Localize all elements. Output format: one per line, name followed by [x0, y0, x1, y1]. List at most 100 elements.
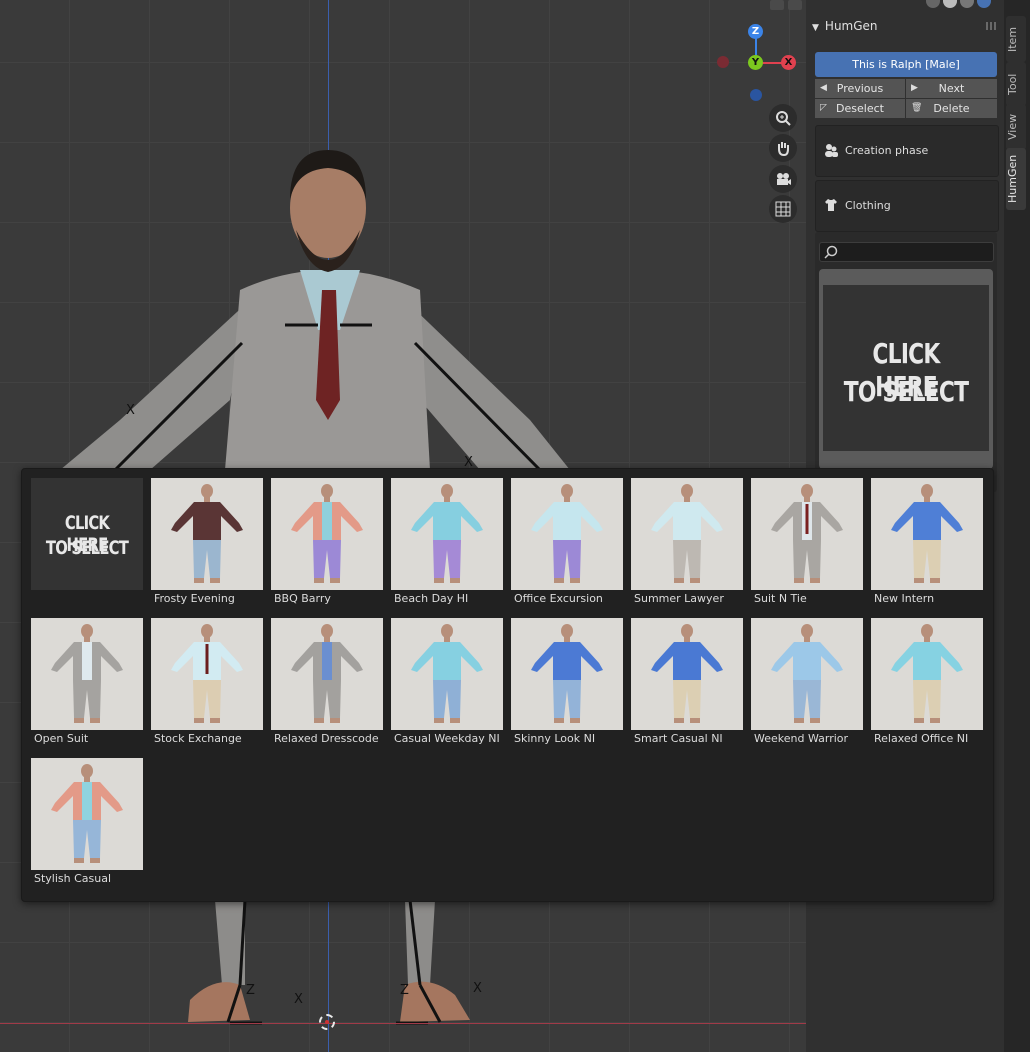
outfit-figure [51, 764, 123, 863]
gizmo-neg-x-handle[interactable] [717, 56, 729, 68]
creation-phase-label: Creation phase [845, 144, 929, 157]
clothing-preview-selector[interactable]: CLICK HERE TO SELECT [819, 269, 993, 469]
svg-text:X: X [473, 981, 482, 996]
outfit-name: Weekend Warrior [754, 732, 849, 745]
outfit-thumbnail [31, 618, 143, 730]
outfit-tile[interactable]: Weekend Warrior [751, 618, 863, 748]
outfit-figure [891, 624, 963, 723]
outfit-figure [531, 624, 603, 723]
outfit-name: Office Excursion [514, 592, 603, 605]
outfit-figure [291, 624, 363, 723]
deselect-label: Deselect [836, 102, 884, 115]
outfit-thumbnail [271, 478, 383, 590]
outfit-figure [891, 484, 963, 583]
camera-icon[interactable] [769, 165, 797, 193]
outfit-thumbnail [751, 478, 863, 590]
gizmo-x-handle[interactable]: X [781, 55, 796, 70]
outfit-tile[interactable]: Stock Exchange [151, 618, 263, 748]
trash-icon: 🗑 [911, 103, 923, 113]
outfit-tile[interactable]: Skinny Look NI [511, 618, 623, 748]
jacket-left-arm [60, 300, 250, 470]
panel-title: HumGen [824, 19, 878, 33]
outfit-tile[interactable]: Casual Weekday NI [391, 618, 503, 748]
gizmo-y-handle[interactable]: Y [748, 55, 763, 70]
drag-handle-icon[interactable] [986, 22, 998, 30]
delete-button[interactable]: 🗑 Delete [906, 99, 997, 118]
outfit-thumbnail [751, 618, 863, 730]
outfit-thumbnail [511, 618, 623, 730]
outfit-tile[interactable]: Summer Lawyer [631, 478, 743, 608]
outfit-name: Stock Exchange [154, 732, 242, 745]
viewport-shading-icons[interactable] [926, 0, 991, 8]
tab-humgen[interactable]: HumGen [1006, 148, 1026, 210]
panel-header[interactable]: ▼ HumGen [812, 16, 878, 36]
clothing-label: Clothing [845, 199, 891, 212]
outfit-figure [771, 624, 843, 723]
gizmo-neg-z-handle[interactable] [750, 89, 762, 101]
people-icon [825, 144, 838, 157]
preview-placeholder-line2: TO SELECT [843, 375, 969, 408]
outfit-thumbnail [151, 478, 263, 590]
previous-label: Previous [836, 82, 884, 95]
outfit-tile[interactable]: New Intern [871, 478, 983, 608]
outfit-name: Relaxed Office NI [874, 732, 969, 745]
grid-toggle-icon[interactable] [769, 195, 797, 223]
gizmo-z-handle[interactable]: Z [748, 24, 763, 39]
outfit-tile[interactable]: Open Suit [31, 618, 143, 748]
outfit-name: New Intern [874, 592, 935, 605]
outfit-figure [171, 624, 243, 723]
clothing-section[interactable]: Clothing [815, 180, 999, 232]
deselect-button[interactable]: ◸ Deselect [815, 99, 905, 118]
outfit-thumbnail [151, 618, 263, 730]
svg-text:Z: Z [400, 983, 409, 998]
select-tool-icon[interactable] [770, 0, 784, 10]
3d-cursor [319, 1014, 335, 1030]
rendered-shading-icon[interactable] [977, 0, 991, 8]
svg-text:X: X [126, 403, 135, 418]
pan-hand-icon[interactable] [769, 134, 797, 162]
delete-label: Delete [933, 102, 970, 115]
outfit-tile[interactable]: Suit N Tie [751, 478, 863, 608]
preview-placeholder: CLICK HERE TO SELECT [823, 285, 989, 451]
material-shading-icon[interactable] [960, 0, 974, 8]
outfit-tile[interactable]: Relaxed Dresscode [271, 618, 383, 748]
outfit-thumbnail [511, 478, 623, 590]
outfit-tile[interactable]: Office Excursion [511, 478, 623, 608]
collapse-triangle-icon[interactable]: ▼ [812, 18, 819, 38]
select-placeholder-tile[interactable]: CLICK HERE TO SELECT [31, 478, 143, 608]
tab-view[interactable]: View [1006, 104, 1026, 150]
solid-shading-icon[interactable] [943, 0, 957, 8]
next-button[interactable]: ▶ Next [906, 79, 997, 98]
sidebar-tabs: Item Tool View HumGen [1004, 0, 1030, 1052]
previous-button[interactable]: ◀ Previous [815, 79, 905, 98]
zoom-icon[interactable] [769, 104, 797, 132]
outfit-name: Casual Weekday NI [394, 732, 500, 745]
cursor-icon: ◸ [820, 103, 827, 113]
search-icon [824, 245, 838, 259]
outfit-tile[interactable]: Relaxed Office NI [871, 618, 983, 748]
outfit-tile[interactable]: Beach Day HI [391, 478, 503, 608]
clothing-search-input[interactable] [819, 242, 994, 262]
outfit-figure [51, 624, 123, 723]
outfit-tile[interactable]: Frosty Evening [151, 478, 263, 608]
outfit-figure [651, 484, 723, 583]
wireframe-shading-icon[interactable] [926, 0, 940, 8]
character-name-button[interactable]: This is Ralph [Male] [815, 52, 997, 77]
outfit-figure [411, 484, 483, 583]
bone-tool-icon[interactable] [788, 0, 802, 10]
viewport-header-tools[interactable] [770, 0, 802, 12]
placeholder-line2: TO SELECT [45, 537, 129, 559]
outfit-figure [651, 624, 723, 723]
outfit-figure [531, 484, 603, 583]
outfit-tile[interactable]: Smart Casual NI [631, 618, 743, 748]
creation-phase-section[interactable]: Creation phase [815, 125, 999, 177]
svg-text:Z: Z [246, 983, 255, 998]
tab-tool[interactable]: Tool [1006, 62, 1026, 106]
outfit-tile[interactable]: BBQ Barry [271, 478, 383, 608]
tab-item[interactable]: Item [1006, 16, 1026, 62]
arrow-right-icon: ▶ [911, 83, 918, 93]
outfit-tile[interactable]: Stylish Casual [31, 758, 143, 888]
placeholder-thumbnail: CLICK HERE TO SELECT [31, 478, 143, 590]
outfit-name: Skinny Look NI [514, 732, 596, 745]
trousers [215, 900, 435, 985]
